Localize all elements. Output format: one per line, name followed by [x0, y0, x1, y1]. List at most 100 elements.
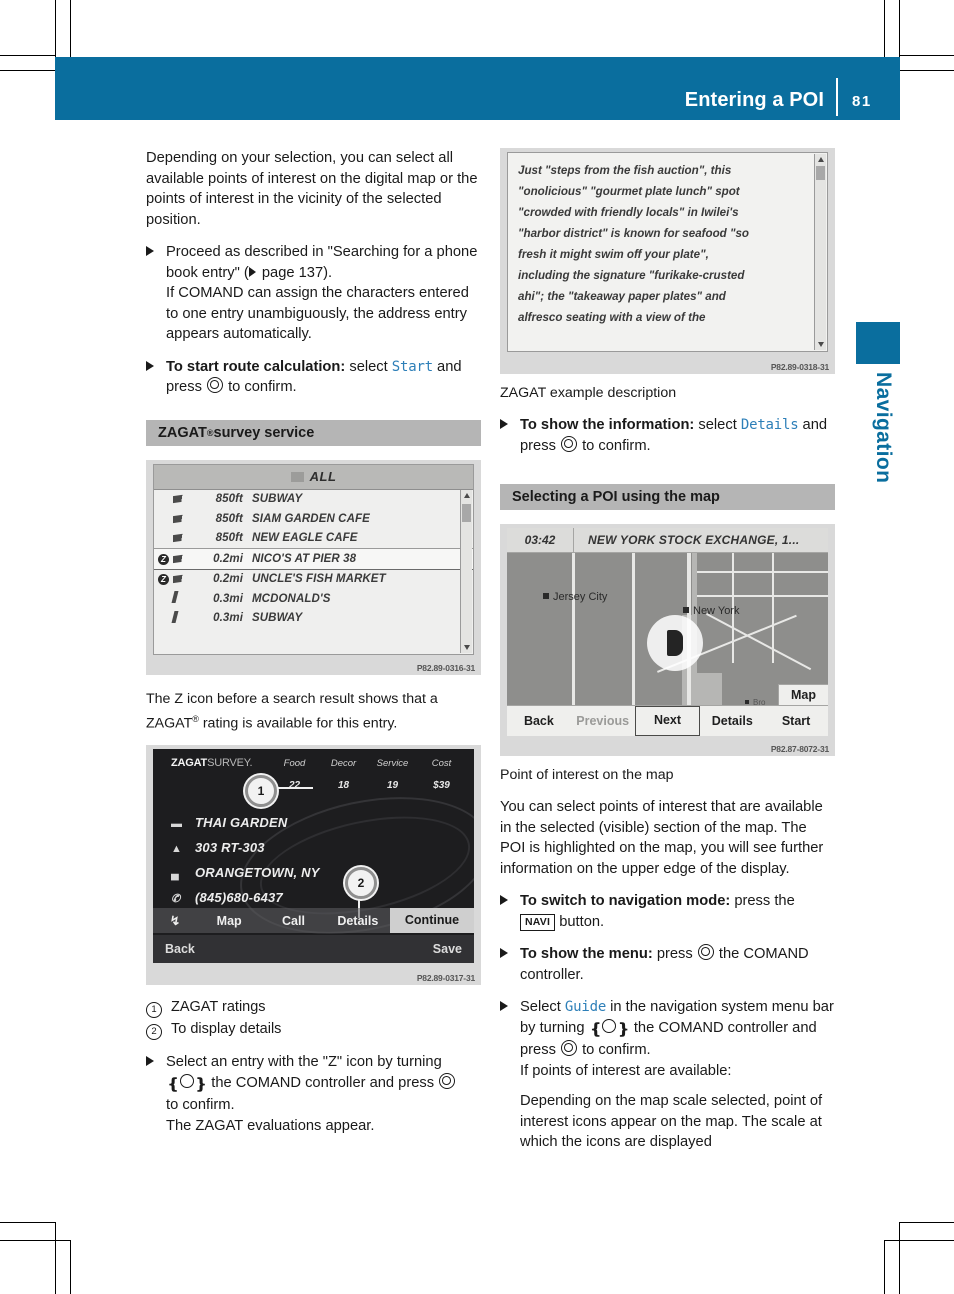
callout-1: 1 — [245, 775, 277, 808]
figure-code: P82.89-0317-31 — [416, 973, 475, 984]
step-text-end: to confirm. — [224, 379, 297, 395]
press-controller-icon — [697, 944, 714, 960]
crop-mark-bottom-right-v — [899, 1222, 900, 1294]
step-condition-text: If points of interest are available: — [520, 1062, 732, 1079]
page-ref-arrow-icon — [248, 266, 256, 277]
z-icon-explanation: The Z icon before a search result shows … — [146, 689, 481, 734]
rating-header-cost: Cost — [431, 758, 452, 770]
z-icon-text-b: ZAGAT — [146, 715, 193, 732]
direction-icon — [173, 532, 199, 544]
step-label-bold: To show the information: — [520, 417, 695, 433]
page-number: 81 — [852, 93, 872, 110]
menu-item-continue[interactable]: Continue — [389, 908, 474, 934]
legend-item-1: 1 ZAGAT ratings — [146, 997, 481, 1019]
step-tail-text: Depending on the map scale selected, poi… — [520, 1093, 823, 1150]
poi-list-row[interactable]: 0.3mi MCDONALD'S — [154, 589, 473, 609]
step-text-before: Select — [520, 999, 565, 1015]
rating-headers: Food Decor Service Cost — [270, 758, 466, 769]
scroll-up-arrow-icon[interactable] — [818, 157, 824, 162]
category-icon — [290, 471, 304, 482]
poi-highlight-marker[interactable] — [647, 615, 703, 671]
z-icon-text-c: rating is available for this entry. — [198, 715, 398, 732]
page-header: Entering a POI 81 — [55, 57, 900, 120]
button-save[interactable]: Save — [433, 942, 462, 956]
crop-mark-bottom-left-v2 — [70, 1240, 71, 1294]
command-guide[interactable]: Guide — [565, 999, 606, 1015]
figure-code: P82.89-0318-31 — [770, 362, 829, 372]
scrollbar-thumb[interactable] — [462, 503, 471, 522]
screenshot-map-poi: 03:42 NEW YORK STOCK EXCHANGE, 1... Jers… — [500, 524, 835, 756]
poi-list-row[interactable]: Z 0.2mi UNCLE'S FISH MARKET — [154, 570, 473, 590]
map-menu-start[interactable]: Start — [764, 714, 828, 728]
poi-name: SIAM GARDEN CAFE — [252, 512, 370, 525]
crop-mark-top-right-h2 — [899, 70, 954, 71]
map-poi-name: NEW YORK STOCK EXCHANGE, 1... — [588, 533, 800, 547]
rating-header-service: Service — [376, 758, 409, 770]
menu-item-details[interactable]: Details — [326, 914, 390, 928]
map-menu-back[interactable]: Back — [507, 714, 571, 728]
crop-mark-bottom-left-v — [55, 1222, 56, 1294]
map-status-bar: 03:42 NEW YORK STOCK EXCHANGE, 1... — [507, 528, 828, 553]
legend-item-2: 2 To display details — [146, 1019, 481, 1041]
button-back[interactable]: Back — [165, 942, 195, 956]
crop-mark-top-right-h — [899, 55, 954, 56]
scroll-down-arrow-icon[interactable] — [818, 342, 824, 347]
poi-list-row[interactable]: 850ft SUBWAY — [154, 490, 473, 510]
poi-list-scrollbar[interactable] — [460, 489, 472, 653]
rating-value-food: 22 — [288, 780, 301, 792]
step-text-mid: the COMAND controller and press — [207, 1074, 439, 1091]
description-line: "onolicious" "gourmet plate lunch" spot — [518, 185, 740, 198]
poi-list-row[interactable]: 0.3mi SUBWAY — [154, 609, 473, 629]
page-title: Entering a POI — [684, 89, 824, 111]
map-view-button[interactable]: Map — [778, 684, 828, 706]
crop-mark-top-left-h2 — [0, 70, 56, 71]
description-line: alfresco seating with a view of the — [518, 311, 706, 324]
command-details[interactable]: Details — [741, 417, 799, 433]
map-clock: 03:42 — [524, 533, 556, 547]
z-icon-text-a: The Z icon before a search result shows … — [146, 690, 438, 707]
scrollbar-thumb[interactable] — [816, 166, 825, 180]
step-triangle-icon — [146, 1056, 154, 1067]
rating-value-service: 19 — [386, 780, 399, 792]
rating-header-food: Food — [283, 758, 306, 770]
section-heading-text: ZAGAT — [158, 424, 207, 441]
crop-mark-top-right-v — [884, 0, 885, 58]
poi-list-row[interactable]: 850ft NEW EAGLE CAFE — [154, 529, 473, 549]
crop-mark-top-left-h — [0, 55, 56, 56]
poi-list-row[interactable]: 850ft SIAM GARDEN CAFE — [154, 509, 473, 529]
zagat-description-panel: Just "steps from the fish auction", this… — [507, 152, 828, 352]
scroll-up-arrow-icon[interactable] — [464, 492, 470, 498]
command-start[interactable]: Start — [392, 359, 433, 375]
step-triangle-icon — [146, 360, 154, 371]
map-menu-bar: Back Previous Next Details Start — [507, 705, 828, 736]
poi-list-title-bar: ALL — [154, 464, 473, 490]
poi-distance: 850ft — [215, 512, 243, 525]
poi-list-row-selected[interactable]: Z 0.2mi NICO'S AT PIER 38 — [154, 548, 473, 570]
navi-button-key[interactable]: NAVI — [520, 913, 556, 931]
zagat-card-menu-bar: ↯ Map Call Details Continue — [153, 908, 474, 934]
scroll-down-arrow-icon[interactable] — [464, 644, 470, 650]
menu-item-map[interactable]: Map — [197, 914, 261, 928]
step-text-rest: If COMAND can assign the characters ente… — [166, 285, 469, 342]
step-triangle-icon — [500, 1001, 508, 1011]
crop-mark-top-left-v — [55, 0, 56, 58]
description-scrollbar[interactable] — [814, 154, 826, 350]
map-menu-next[interactable]: Next — [634, 706, 701, 736]
menu-icon-slot[interactable]: ↯ — [153, 913, 197, 928]
poi-name: MCDONALD'S — [252, 592, 331, 605]
step-label-bold: To switch to navigation mode: — [520, 893, 731, 909]
street-icon: ▲ — [171, 843, 183, 856]
poi-distance: 850ft — [215, 532, 243, 545]
menu-item-call[interactable]: Call — [261, 914, 325, 928]
poi-name: NEW EAGLE CAFE — [252, 532, 358, 545]
step-pageref: page 137). — [257, 264, 333, 281]
map-menu-details[interactable]: Details — [700, 714, 764, 728]
step-switch-navigation-mode: To switch to navigation mode: press the … — [500, 891, 835, 932]
map-menu-previous[interactable]: Previous — [571, 714, 635, 728]
direction-icon — [173, 573, 199, 585]
press-controller-icon — [561, 435, 577, 452]
direction-icon — [171, 610, 199, 626]
crop-mark-bottom-right-h2 — [884, 1240, 954, 1241]
description-line: "harbor district" is known for seafood "… — [518, 227, 750, 240]
road-segment — [697, 595, 828, 597]
